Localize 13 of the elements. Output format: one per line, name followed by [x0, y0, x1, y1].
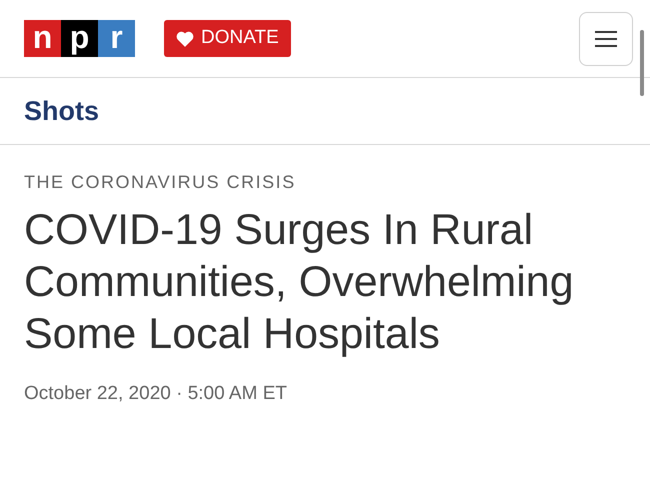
heart-icon [176, 30, 194, 46]
menu-icon [595, 30, 617, 46]
scrollbar[interactable] [640, 30, 644, 96]
logo-letter: p [61, 20, 98, 57]
section-title[interactable]: Shots [24, 90, 100, 132]
menu-button[interactable] [579, 12, 633, 66]
donate-button[interactable]: DONATE [164, 20, 291, 57]
logo-letter: r [98, 20, 135, 57]
headline: COVID-19 Surges In Rural Communities, Overwhelming Some Local Hospitals [24, 205, 575, 360]
npr-logo[interactable]: n p r [24, 20, 135, 57]
logo-letter: n [24, 20, 61, 57]
kicker[interactable]: THE CORONAVIRUS CRISIS [24, 169, 626, 196]
publish-date: October 22, 2020 · 5:00 AM ET [24, 382, 288, 406]
